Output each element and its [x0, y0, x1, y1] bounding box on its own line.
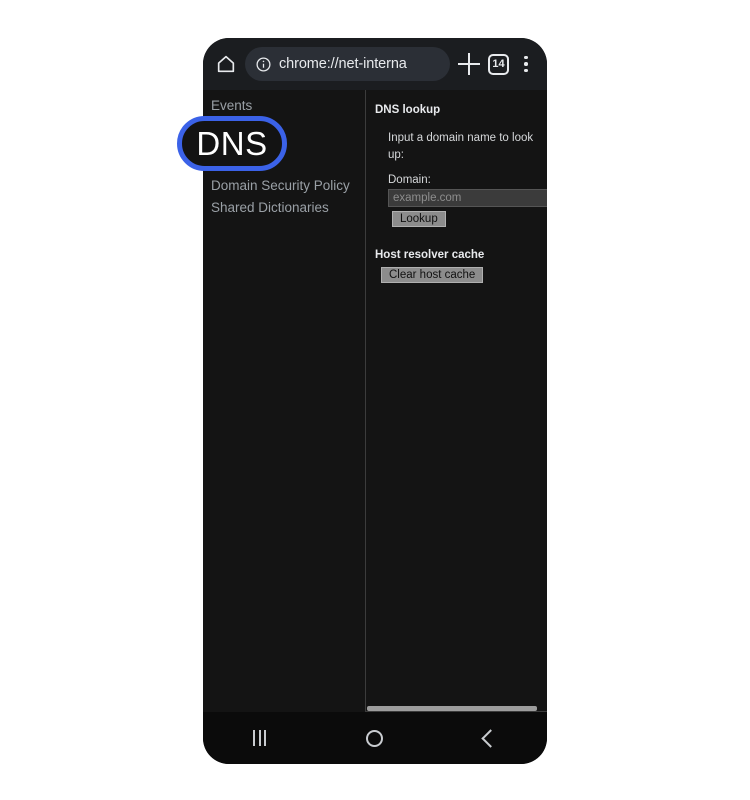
url-text: chrome://net-interna: [279, 56, 407, 72]
dns-highlight-callout[interactable]: DNS: [177, 116, 287, 171]
sidebar-item-domain-security-policy[interactable]: Domain Security Policy: [203, 175, 365, 197]
recent-apps-icon[interactable]: [253, 730, 267, 746]
horizontal-scrollbar[interactable]: [366, 706, 547, 711]
clear-host-cache-button[interactable]: Clear host cache: [381, 266, 484, 283]
sidebar-item-shared-dictionaries[interactable]: Shared Dictionaries: [203, 197, 365, 219]
home-icon[interactable]: [215, 53, 237, 75]
dns-content-pane: DNS lookup Input a domain name to look u…: [366, 90, 547, 712]
sidebar-item-events[interactable]: Events: [203, 95, 365, 117]
menu-dot: [524, 62, 528, 66]
overflow-menu-icon[interactable]: [517, 53, 535, 75]
lookup-button[interactable]: Lookup: [392, 211, 446, 228]
recent-bar: [253, 730, 256, 746]
menu-dot: [524, 68, 528, 73]
url-bar[interactable]: chrome://net-interna: [245, 47, 450, 81]
home-circle-icon[interactable]: [366, 729, 384, 747]
menu-dot: [524, 55, 528, 60]
recent-bar: [264, 730, 267, 746]
domain-input[interactable]: [388, 189, 547, 208]
screenshot-canvas: chrome://net-interna 14 Events DNS Domai…: [0, 0, 750, 800]
net-internals-page: Events DNS Domain Security Policy Shared…: [203, 90, 547, 712]
recent-bar: [258, 730, 261, 746]
dns-lookup-heading: DNS lookup: [375, 104, 441, 116]
net-internals-sidebar: Events DNS Domain Security Policy Shared…: [203, 90, 366, 712]
dns-highlight-label: DNS: [196, 125, 268, 162]
tab-counter-button[interactable]: 14: [488, 53, 509, 75]
android-navigation-bar: [203, 712, 547, 764]
host-resolver-cache-heading: Host resolver cache: [375, 249, 485, 262]
info-icon[interactable]: [255, 56, 272, 73]
dns-lookup-instruction: Input a domain name to look up:: [388, 132, 534, 161]
browser-toolbar: chrome://net-interna 14: [203, 38, 547, 90]
new-tab-icon[interactable]: [458, 53, 480, 75]
scrollbar-thumb[interactable]: [367, 706, 537, 711]
domain-label: Domain:: [388, 174, 431, 187]
back-chevron-icon[interactable]: [481, 728, 500, 748]
